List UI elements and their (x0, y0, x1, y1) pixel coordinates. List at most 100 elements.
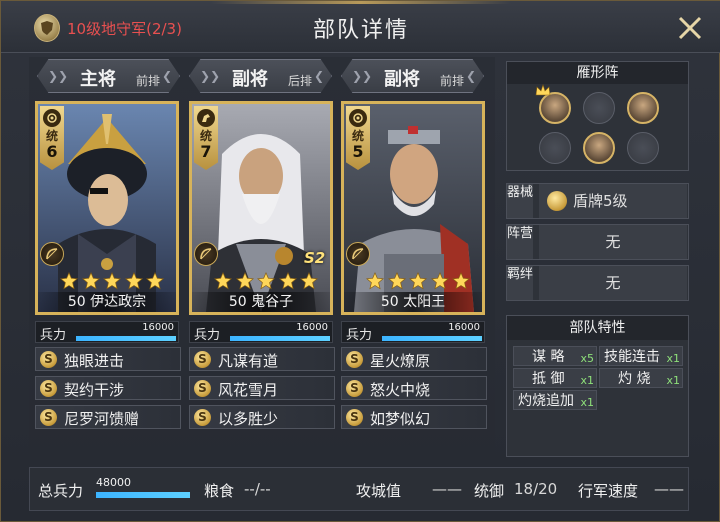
skill-slot[interactable]: S 契约干涉 (35, 376, 181, 400)
troop-label: 兵力 (40, 328, 67, 343)
skill-name: 凡谋有道 (218, 352, 279, 370)
skill-s-icon: S (40, 409, 57, 426)
position-label: 前排 (136, 74, 161, 88)
equipment-row[interactable]: 器械 盾牌5级 (506, 183, 689, 219)
general-level: 50 (380, 294, 399, 310)
general-card-sun-king[interactable]: 统 5 50 太阳王 (341, 101, 485, 315)
skill-slot[interactable]: S 尼罗河馈赠 (35, 405, 181, 429)
info-value-box: 盾牌5级 (539, 184, 687, 218)
role-label: 副将 (384, 69, 420, 90)
troop-count: 16000 (296, 322, 328, 333)
trait-name: 谋 略 (532, 349, 565, 365)
speed-label: 行军速度 (578, 482, 639, 500)
star-icon (278, 272, 297, 290)
general-card-date-masamune[interactable]: 统 6 50 伊达政宗 (35, 101, 179, 315)
skill-name: 风花雪月 (218, 381, 279, 399)
troop-count: 16000 (448, 322, 480, 333)
season-badge: S2 (304, 249, 326, 267)
general-level: 50 (228, 294, 247, 310)
total-troops-bar (96, 492, 190, 498)
footer-stats: 总兵力 48000 粮食 --/-- 攻城值 —— 统御 18/20 行军速度 … (29, 467, 689, 511)
cost-badge: 统 6 (40, 106, 64, 170)
star-icon (60, 272, 78, 290)
skill-slot[interactable]: S 以多胜少 (189, 405, 335, 429)
formation-slot-filled[interactable] (535, 84, 571, 124)
formation-slot-empty[interactable] (627, 132, 659, 164)
info-key: 器械 (507, 184, 533, 218)
bow-icon (40, 242, 64, 266)
formation-slot-empty[interactable] (539, 132, 571, 164)
cost-label: 统 (199, 129, 212, 143)
skill-name: 如梦似幻 (370, 410, 431, 428)
troop-bar: 兵力 16000 (189, 321, 333, 343)
header-ornament (211, 1, 511, 4)
general-name-bar: 50 太阳王 (344, 292, 482, 312)
role-tab-vice-2: ❯❯ 副将 前排 ❮ (341, 59, 484, 93)
close-icon (678, 16, 702, 40)
info-key: 羁绊 (507, 266, 533, 300)
skill-slot[interactable]: S 怒火中烧 (341, 376, 487, 400)
trait-item[interactable]: 谋 略 x5 (513, 346, 597, 366)
skill-s-icon: S (40, 380, 57, 397)
skill-slot[interactable]: S 凡谋有道 (189, 347, 335, 371)
orb-icon (43, 109, 61, 127)
food-value: --/-- (244, 480, 271, 498)
skill-slot[interactable]: S 如梦似幻 (341, 405, 487, 429)
star-icon (124, 272, 143, 290)
skill-s-icon: S (194, 380, 211, 397)
traits-panel: 部队特性 谋 略 x5 技能连击 x1 抵 御 x1 灼 烧 x1 灼烧追加 x1 (506, 315, 689, 457)
cost-label: 统 (45, 129, 58, 143)
star-icon (103, 272, 121, 290)
faction-row: 阵营 无 (506, 224, 689, 260)
skill-name: 尼罗河馈赠 (64, 410, 140, 428)
star-icon (409, 272, 427, 290)
skill-name: 契约干涉 (64, 381, 125, 399)
shield-icon (547, 191, 567, 211)
skill-slot[interactable]: S 星火燎原 (341, 347, 487, 371)
trait-item[interactable]: 技能连击 x1 (599, 346, 683, 366)
trait-name: 技能连击 (604, 349, 660, 365)
general-card-guiguzi[interactable]: 统 7 S2 50 鬼谷子 (189, 101, 333, 315)
trait-name: 灼烧追加 (518, 393, 574, 409)
troop-progress (382, 336, 482, 341)
formation-panel[interactable]: 雁形阵 (506, 61, 689, 171)
skill-s-icon: S (194, 351, 211, 368)
position-label: 后排 (288, 74, 313, 88)
page-title: 部队详情 (312, 18, 409, 43)
troop-bar: 兵力 16000 (35, 321, 179, 343)
bow-icon (346, 242, 370, 266)
cost-value: 6 (46, 142, 58, 161)
bow-icon (194, 242, 218, 266)
star-rating (60, 272, 164, 292)
cost-value: 5 (352, 142, 364, 161)
siege-label: 攻城值 (356, 482, 402, 500)
skill-s-icon: S (346, 380, 363, 397)
trait-item[interactable]: 抵 御 x1 (513, 368, 597, 388)
star-icon (387, 272, 406, 290)
trait-item[interactable]: 灼烧追加 x1 (513, 390, 597, 410)
info-value: 无 (539, 225, 687, 259)
cost-badge: 统 5 (346, 106, 370, 170)
role-label: 主将 (80, 69, 116, 90)
command-label: 统御 (474, 482, 505, 500)
role-tab-main: ❯❯ 主将 前排 ❮ (37, 59, 180, 93)
troop-progress (230, 336, 330, 341)
formation-slot-filled[interactable] (583, 132, 615, 164)
star-icon (452, 272, 470, 290)
formation-slot-filled[interactable] (627, 92, 659, 124)
food-label: 粮食 (204, 482, 235, 500)
star-icon (81, 272, 100, 290)
skill-slot[interactable]: S 独眼进击 (35, 347, 181, 371)
skill-slot[interactable]: S 风花雪月 (189, 376, 335, 400)
role-tab-vice-1: ❯❯ 副将 后排 ❮ (189, 59, 332, 93)
trait-item[interactable]: 灼 烧 x1 (599, 368, 683, 388)
general-name: 太阳王 (403, 294, 446, 310)
troop-count: 16000 (142, 322, 174, 333)
close-button[interactable] (673, 11, 707, 45)
general-name-bar: 50 伊达政宗 (38, 292, 176, 312)
troop-progress (76, 336, 176, 341)
skill-name: 星火燎原 (370, 352, 431, 370)
general-name: 鬼谷子 (251, 294, 294, 310)
formation-slot-empty[interactable] (583, 92, 615, 124)
general-name: 伊达政宗 (90, 294, 147, 310)
